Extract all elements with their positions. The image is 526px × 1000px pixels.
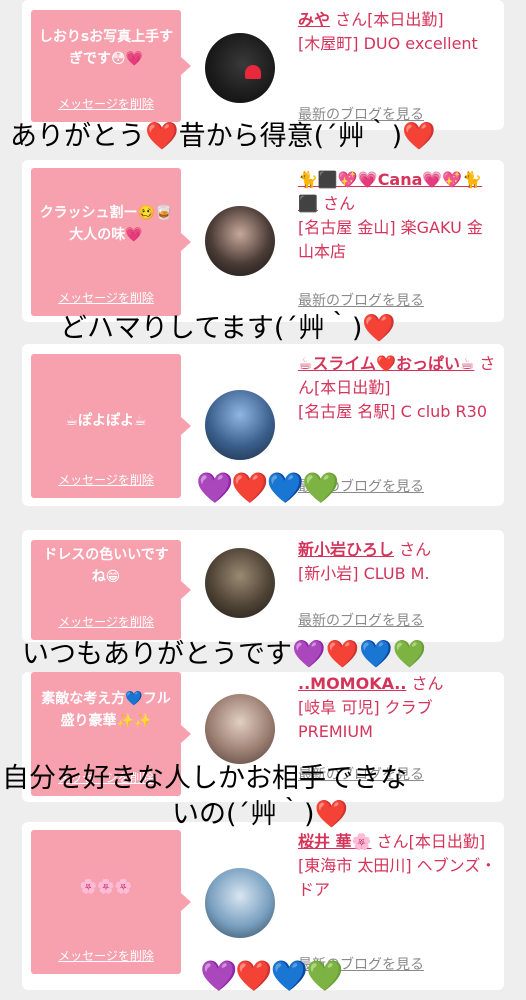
message-bubble: ドレスの色いいですね😁 メッセージを削除 bbox=[31, 540, 191, 640]
message-text: 素敵な考え方💙フル盛り豪華✨✨ bbox=[41, 691, 171, 729]
shop-name: [名古屋 名駅] C club R30 bbox=[298, 402, 488, 421]
cast-name-link[interactable]: ☕スライム❤️おっぱい☕ bbox=[298, 354, 474, 373]
cast-name-link[interactable]: みや bbox=[298, 10, 330, 29]
delete-message-link[interactable]: メッセージを削除 bbox=[31, 471, 181, 488]
cast-name-link[interactable]: ..MOMOKA.. bbox=[298, 674, 406, 693]
avatar[interactable] bbox=[205, 694, 275, 764]
message-card: しおりsお写真上手すぎです😳💗 メッセージを削除 みや さん[本日出勤] [木屋… bbox=[22, 0, 504, 130]
avatar[interactable] bbox=[205, 548, 275, 618]
cast-name-link[interactable]: 桜井 華🌸 bbox=[298, 832, 372, 851]
latest-blog-link[interactable]: 最新のブログを見る bbox=[298, 610, 424, 630]
shop-name: [東海市 太田川] ヘブンズ・ドア bbox=[298, 856, 497, 899]
hearts-sticker: 💜❤️💙💚 bbox=[200, 959, 343, 994]
hearts-sticker: 💜❤️💙💚 bbox=[196, 471, 339, 506]
shop-name: [名古屋 金山] 楽GAKU 金山本店 bbox=[298, 218, 483, 261]
message-bubble: クラッシュ割ー🥴🥃大人の味💗 メッセージを削除 bbox=[31, 168, 191, 316]
latest-blog-link[interactable]: 最新のブログを見る bbox=[298, 290, 424, 310]
message-bubble: しおりsお写真上手すぎです😳💗 メッセージを削除 bbox=[31, 10, 191, 122]
message-text: しおりsお写真上手すぎです😳💗 bbox=[38, 29, 174, 67]
shop-name: [木屋町] DUO excellent bbox=[298, 34, 478, 53]
caption-overlay: ありがとう❤️昔から得意(´艸｀)❤️ bbox=[10, 121, 436, 152]
caption-overlay: 自分を好きな人しかお相手できな bbox=[2, 763, 407, 794]
message-bubble: ☕ぽよぽよ☕ メッセージを削除 bbox=[31, 354, 191, 498]
message-text: クラッシュ割ー🥴🥃大人の味💗 bbox=[39, 205, 173, 243]
message-text: ドレスの色いいですね😁 bbox=[43, 547, 169, 585]
delete-message-link[interactable]: メッセージを削除 bbox=[31, 95, 181, 112]
cast-status: さん bbox=[323, 194, 356, 213]
caption-overlay: いつもありがとうです💜❤️💙💚 bbox=[22, 639, 427, 670]
cast-status: さん bbox=[399, 540, 432, 559]
avatar[interactable] bbox=[205, 868, 275, 938]
heart-sticker-icon bbox=[245, 65, 261, 79]
cast-status: さん[本日出勤] bbox=[376, 832, 486, 851]
cast-name-link[interactable]: 新小岩ひろし bbox=[298, 540, 394, 559]
cast-status: さん[本日出勤] bbox=[335, 10, 444, 29]
message-bubble: 🌸🌸🌸 メッセージを削除 bbox=[31, 830, 191, 974]
caption-overlay: いの(´艸｀)❤️ bbox=[172, 799, 349, 830]
avatar[interactable] bbox=[205, 33, 275, 103]
message-card: ドレスの色いいですね😁 メッセージを削除 新小岩ひろし さん [新小岩] CLU… bbox=[22, 530, 504, 642]
delete-message-link[interactable]: メッセージを削除 bbox=[31, 947, 181, 964]
message-card: クラッシュ割ー🥴🥃大人の味💗 メッセージを削除 🐈⬛💖💗Cana💗💖🐈⬛ さん … bbox=[22, 160, 504, 322]
shop-name: [岐阜 可児] クラブ PREMIUM bbox=[298, 698, 433, 741]
delete-message-link[interactable]: メッセージを削除 bbox=[31, 289, 181, 306]
message-text: ☕ぽよぽよ☕ bbox=[65, 413, 147, 429]
delete-message-link[interactable]: メッセージを削除 bbox=[31, 613, 181, 630]
shop-name: [新小岩] CLUB M. bbox=[298, 564, 430, 583]
caption-overlay: どハマりしてます(´艸｀)❤️ bbox=[60, 313, 397, 344]
message-text: 🌸🌸🌸 bbox=[79, 879, 133, 895]
avatar[interactable] bbox=[205, 390, 275, 460]
avatar[interactable] bbox=[205, 206, 275, 276]
cast-status: さん bbox=[411, 674, 444, 693]
